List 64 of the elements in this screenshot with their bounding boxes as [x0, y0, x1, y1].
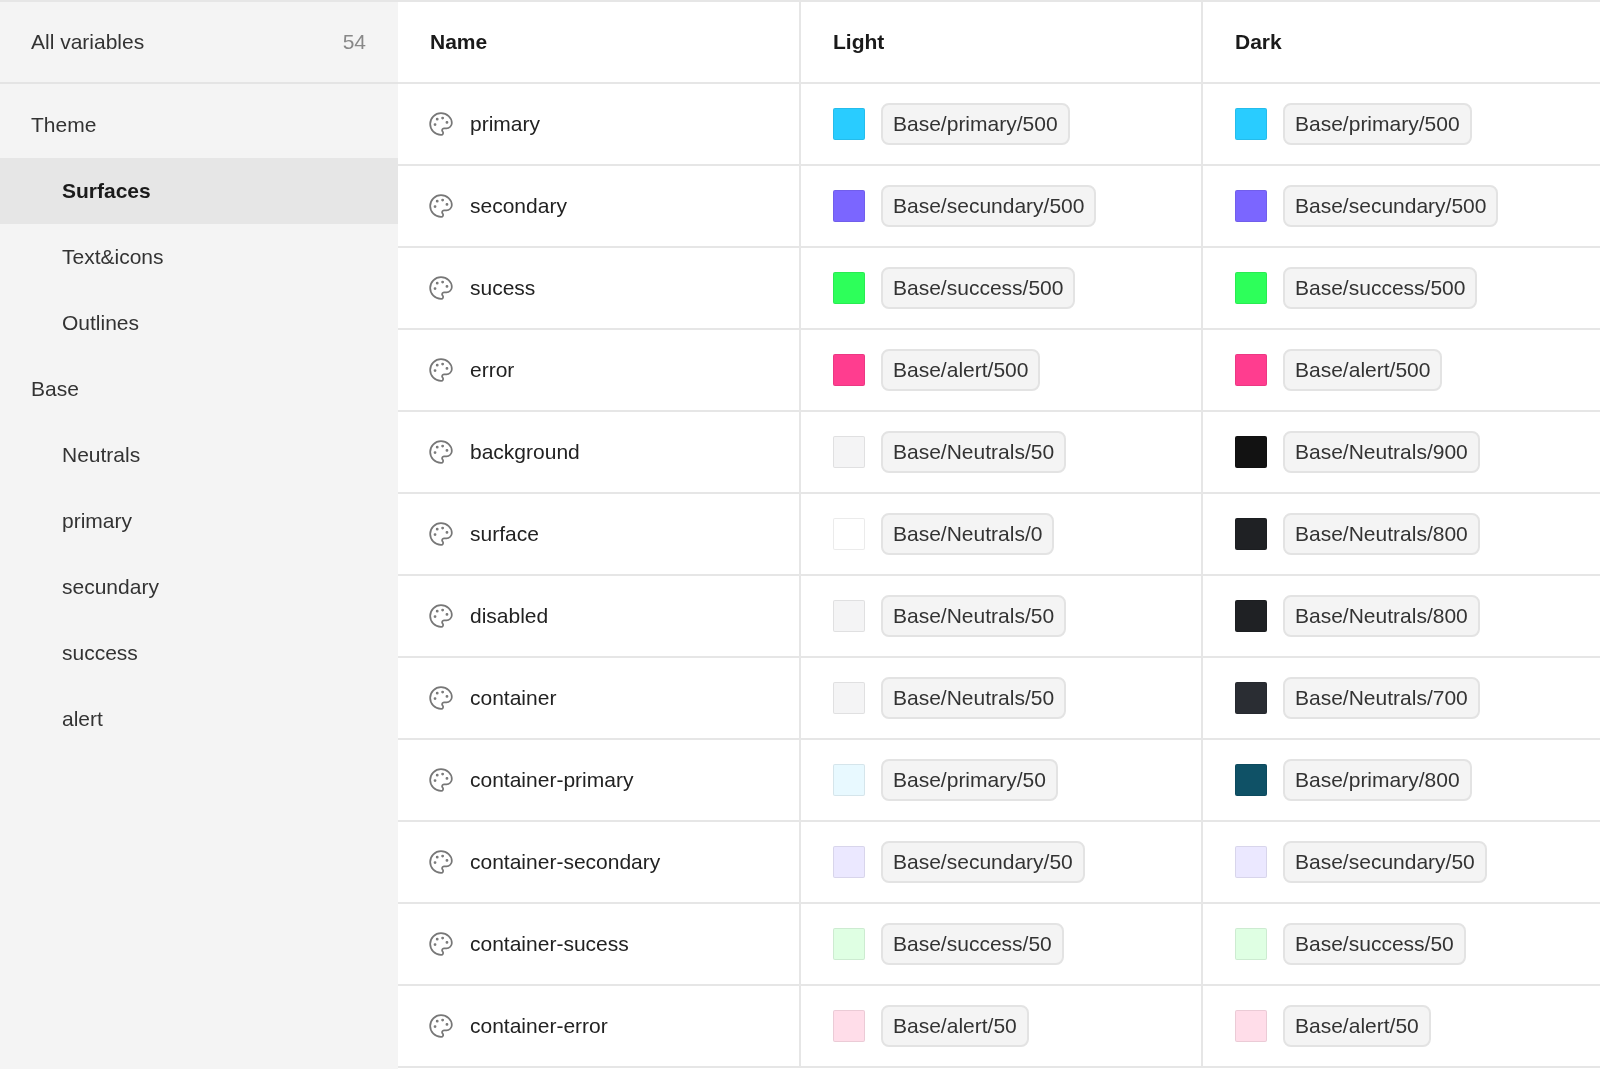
color-token-chip[interactable]: Base/alert/50: [1283, 1005, 1431, 1047]
color-token-chip[interactable]: Base/Neutrals/50: [881, 677, 1067, 719]
variable-name: container-secondary: [470, 850, 661, 874]
palette-icon: [428, 1013, 454, 1039]
color-token-chip[interactable]: Base/primary/500: [881, 103, 1070, 145]
color-token-chip[interactable]: Base/Neutrals/700: [1283, 677, 1480, 719]
color-token-chip[interactable]: Base/Neutrals/800: [1283, 513, 1480, 555]
color-token-chip[interactable]: Base/success/500: [881, 267, 1076, 309]
palette-icon: [428, 111, 454, 137]
column-header: Light: [833, 30, 885, 54]
palette-icon: [428, 767, 454, 793]
color-token-chip[interactable]: Base/Neutrals/50: [881, 431, 1067, 473]
color-token-chip[interactable]: Base/secundary/50: [1283, 841, 1487, 883]
color-token-chip[interactable]: Base/alert/50: [881, 1005, 1029, 1047]
variable-name: container-error: [470, 1014, 608, 1038]
sidebar-item[interactable]: Neutrals: [0, 422, 398, 488]
color-token-chip[interactable]: Base/success/50: [881, 923, 1064, 965]
variable-name: container: [470, 686, 557, 710]
palette-icon: [428, 275, 454, 301]
palette-icon: [428, 521, 454, 547]
variable-name: surface: [470, 522, 539, 546]
color-token-chip[interactable]: Base/Neutrals/800: [1283, 595, 1480, 637]
variable-name: sucess: [470, 276, 536, 300]
sidebar-item[interactable]: primary: [0, 488, 398, 554]
sidebar-item[interactable]: alert: [0, 686, 398, 752]
palette-icon: [428, 603, 454, 629]
color-token-chip[interactable]: Base/secundary/500: [1283, 185, 1499, 227]
color-token-chip[interactable]: Base/secundary/50: [881, 841, 1085, 883]
palette-icon: [428, 439, 454, 465]
sidebar-item[interactable]: secundary: [0, 554, 398, 620]
color-token-chip[interactable]: Base/secundary/500: [881, 185, 1097, 227]
palette-icon: [428, 193, 454, 219]
palette-icon: [428, 931, 454, 957]
variable-name: disabled: [470, 604, 549, 628]
color-token-chip[interactable]: Base/primary/50: [881, 759, 1058, 801]
variable-name: secondary: [470, 194, 567, 218]
color-token-chip[interactable]: Base/Neutrals/900: [1283, 431, 1480, 473]
sidebar-item[interactable]: success: [0, 620, 398, 686]
color-token-chip[interactable]: Base/alert/500: [881, 349, 1041, 391]
column-header: Name: [430, 30, 488, 54]
color-token-chip[interactable]: Base/success/50: [1283, 923, 1466, 965]
sidebar-group[interactable]: Base: [0, 356, 398, 422]
sidebar-group[interactable]: Theme: [0, 92, 398, 158]
all-variables-item[interactable]: All variables 54: [0, 2, 398, 84]
variable-name: error: [470, 358, 515, 382]
all-variables-label: All variables: [31, 30, 145, 54]
sidebar-item[interactable]: Surfaces: [0, 158, 398, 224]
palette-icon: [428, 357, 454, 383]
palette-icon: [428, 685, 454, 711]
color-token-chip[interactable]: Base/primary/500: [1283, 103, 1472, 145]
palette-icon: [428, 849, 454, 875]
variable-name: container-primary: [470, 768, 634, 792]
variable-count: 54: [342, 30, 366, 54]
color-token-chip[interactable]: Base/Neutrals/50: [881, 595, 1067, 637]
color-token-chip[interactable]: Base/Neutrals/0: [881, 513, 1055, 555]
variable-name: container-sucess: [470, 932, 629, 956]
variable-name: background: [470, 440, 580, 464]
color-token-chip[interactable]: Base/primary/800: [1283, 759, 1472, 801]
color-token-chip[interactable]: Base/success/500: [1283, 267, 1478, 309]
column-header: Dark: [1235, 30, 1282, 54]
sidebar-item[interactable]: Text&icons: [0, 224, 398, 290]
variable-name: primary: [470, 112, 540, 136]
sidebar-item[interactable]: Outlines: [0, 290, 398, 356]
color-token-chip[interactable]: Base/alert/500: [1283, 349, 1443, 391]
